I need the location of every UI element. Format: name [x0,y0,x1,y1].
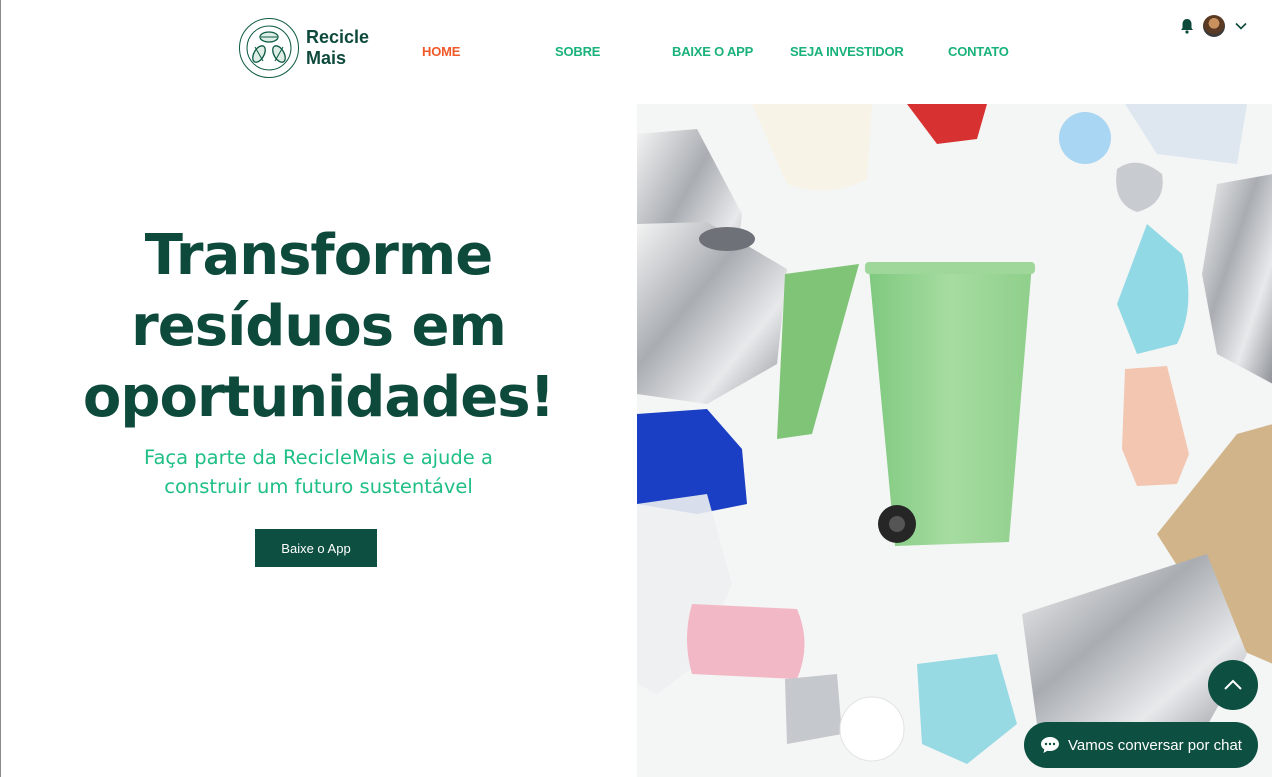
brand-logo[interactable]: Recicle Mais [239,18,369,78]
brand-name: Recicle Mais [306,27,369,69]
nav-contato[interactable]: CONTATO [948,44,1009,59]
user-avatar[interactable] [1203,15,1225,37]
chevron-down-icon[interactable] [1234,19,1248,33]
download-app-button[interactable]: Baixe o App [255,529,377,567]
chat-bubble-icon [1041,737,1059,753]
recycle-leaves-icon [239,18,299,78]
hero-subtitle: Faça parte da RecicleMais e ajude a cons… [144,446,493,498]
brand-name-line1: Recicle [306,27,370,47]
hero-title: Transforme resíduos em oportunidades! [82,223,555,430]
chevron-up-icon [1224,679,1242,690]
nav-home[interactable]: HOME [422,44,460,59]
scroll-to-top-button[interactable] [1208,660,1258,710]
chat-label: Vamos conversar por chat [1068,736,1242,754]
bell-icon[interactable] [1177,15,1197,37]
nav-sobre[interactable]: SOBRE [555,44,600,59]
chat-button[interactable]: Vamos conversar por chat [1024,722,1258,768]
nav-baixe-o-app[interactable]: BAIXE O APP [672,44,753,59]
recycling-hero-image [637,104,1272,777]
user-menu [1177,15,1248,37]
nav-seja-investidor[interactable]: SEJA INVESTIDOR [790,44,904,59]
brand-name-line2: Mais [306,48,347,68]
